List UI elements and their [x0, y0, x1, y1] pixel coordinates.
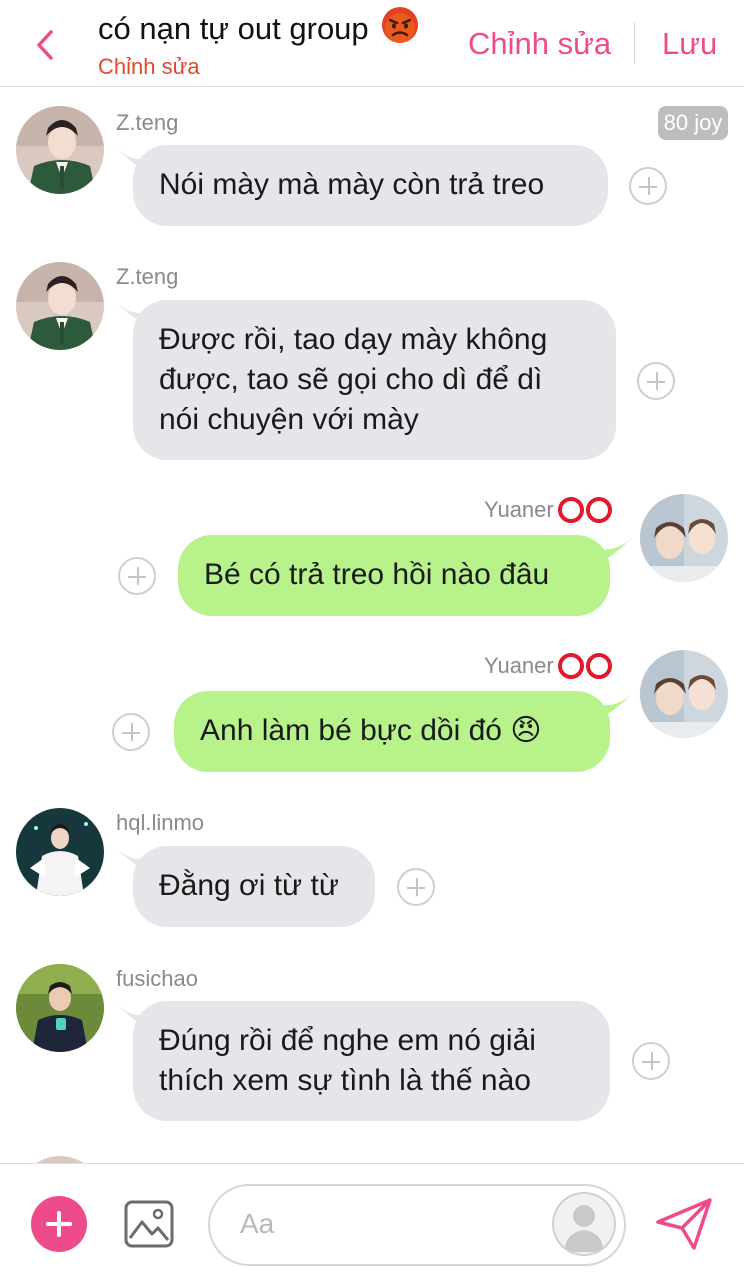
message-line: thích xem sự tình là thế nào — [159, 1064, 531, 1097]
sender-row: Yuaner — [484, 497, 612, 523]
message-line: được, tao sẽ gọi cho dì để dì — [159, 363, 543, 396]
chat-header: có nạn tự out group Chỉnh sửa Chỉnh sửa … — [0, 0, 744, 87]
avatar-hql-linmo[interactable] — [16, 808, 104, 896]
double-ring-icon — [556, 497, 612, 523]
message-text: Đằng ơi từ từ — [159, 869, 339, 902]
sender-name: hql.linmo — [116, 810, 205, 835]
message-text: Nói mày mà mày còn trả treo — [159, 168, 545, 201]
message-line: Đúng rồi để nghe em nó giải — [159, 1024, 536, 1057]
add-attachment-button[interactable] — [31, 1196, 87, 1252]
add-reaction-icon[interactable] — [637, 362, 675, 400]
add-reaction-icon[interactable] — [118, 557, 156, 595]
avatar-yuaner[interactable] — [640, 650, 728, 738]
avatar-zteng[interactable] — [16, 262, 104, 350]
image-picker-button[interactable] — [124, 1200, 174, 1248]
image-icon — [124, 1200, 174, 1248]
message-bubble[interactable]: Được rồi, tao dạy mày không được, tao sẽ… — [133, 300, 616, 460]
avatar-yuaner[interactable] — [640, 494, 728, 582]
message-line: nói chuyện với mày — [159, 403, 419, 436]
sender-name: Z.teng — [116, 264, 179, 289]
input-placeholder: Aa — [240, 1208, 275, 1239]
add-reaction-icon[interactable] — [397, 868, 435, 906]
sender-name: Z.teng — [116, 110, 179, 135]
send-button[interactable] — [654, 1196, 714, 1252]
sender-name: fusichao — [116, 966, 198, 991]
chat-title: có nạn tự out group — [98, 6, 419, 52]
back-chevron-icon — [37, 30, 53, 60]
edit-button[interactable]: Chỉnh sửa — [468, 26, 611, 62]
message-bubble[interactable]: Đúng rồi để nghe em nó giải thích xem sự… — [133, 1001, 610, 1121]
save-button[interactable]: Lưu — [662, 26, 717, 62]
message-text: Anh làm bé bực dồi đó 😠 — [200, 714, 542, 747]
message-line: Được rồi, tao dạy mày không — [159, 323, 548, 356]
message-input[interactable]: Aa — [208, 1184, 626, 1266]
angry-face-emoji — [381, 6, 419, 52]
send-icon — [656, 1198, 712, 1250]
message-bubble[interactable]: Anh làm bé bực dồi đó 😠 — [174, 691, 610, 772]
back-button[interactable] — [30, 28, 60, 62]
message-bubble[interactable]: Nói mày mà mày còn trả treo — [133, 145, 608, 226]
add-reaction-icon[interactable] — [112, 713, 150, 751]
chat-title-text: có nạn tự out group — [98, 11, 369, 46]
double-ring-icon — [556, 653, 612, 679]
subtitle-edit-link[interactable]: Chỉnh sửa — [98, 54, 200, 80]
avatar-fusichao[interactable] — [16, 964, 104, 1052]
sender-name: Yuaner — [484, 653, 554, 678]
avatar-zteng[interactable] — [16, 106, 104, 194]
message-text: Bé có trả treo hồi nào đâu — [204, 558, 550, 591]
message-bubble[interactable]: Bé có trả treo hồi nào đâu — [178, 535, 610, 616]
composer-bar: Aa — [0, 1163, 744, 1282]
sender-row: Yuaner — [484, 653, 612, 679]
header-divider — [634, 22, 635, 64]
sender-name: Yuaner — [484, 497, 554, 522]
add-reaction-icon[interactable] — [629, 167, 667, 205]
joy-badge: 80 joy — [658, 106, 728, 140]
message-bubble[interactable]: Đằng ơi từ từ — [133, 846, 375, 927]
add-reaction-icon[interactable] — [632, 1042, 670, 1080]
persona-avatar-icon[interactable] — [552, 1192, 616, 1256]
